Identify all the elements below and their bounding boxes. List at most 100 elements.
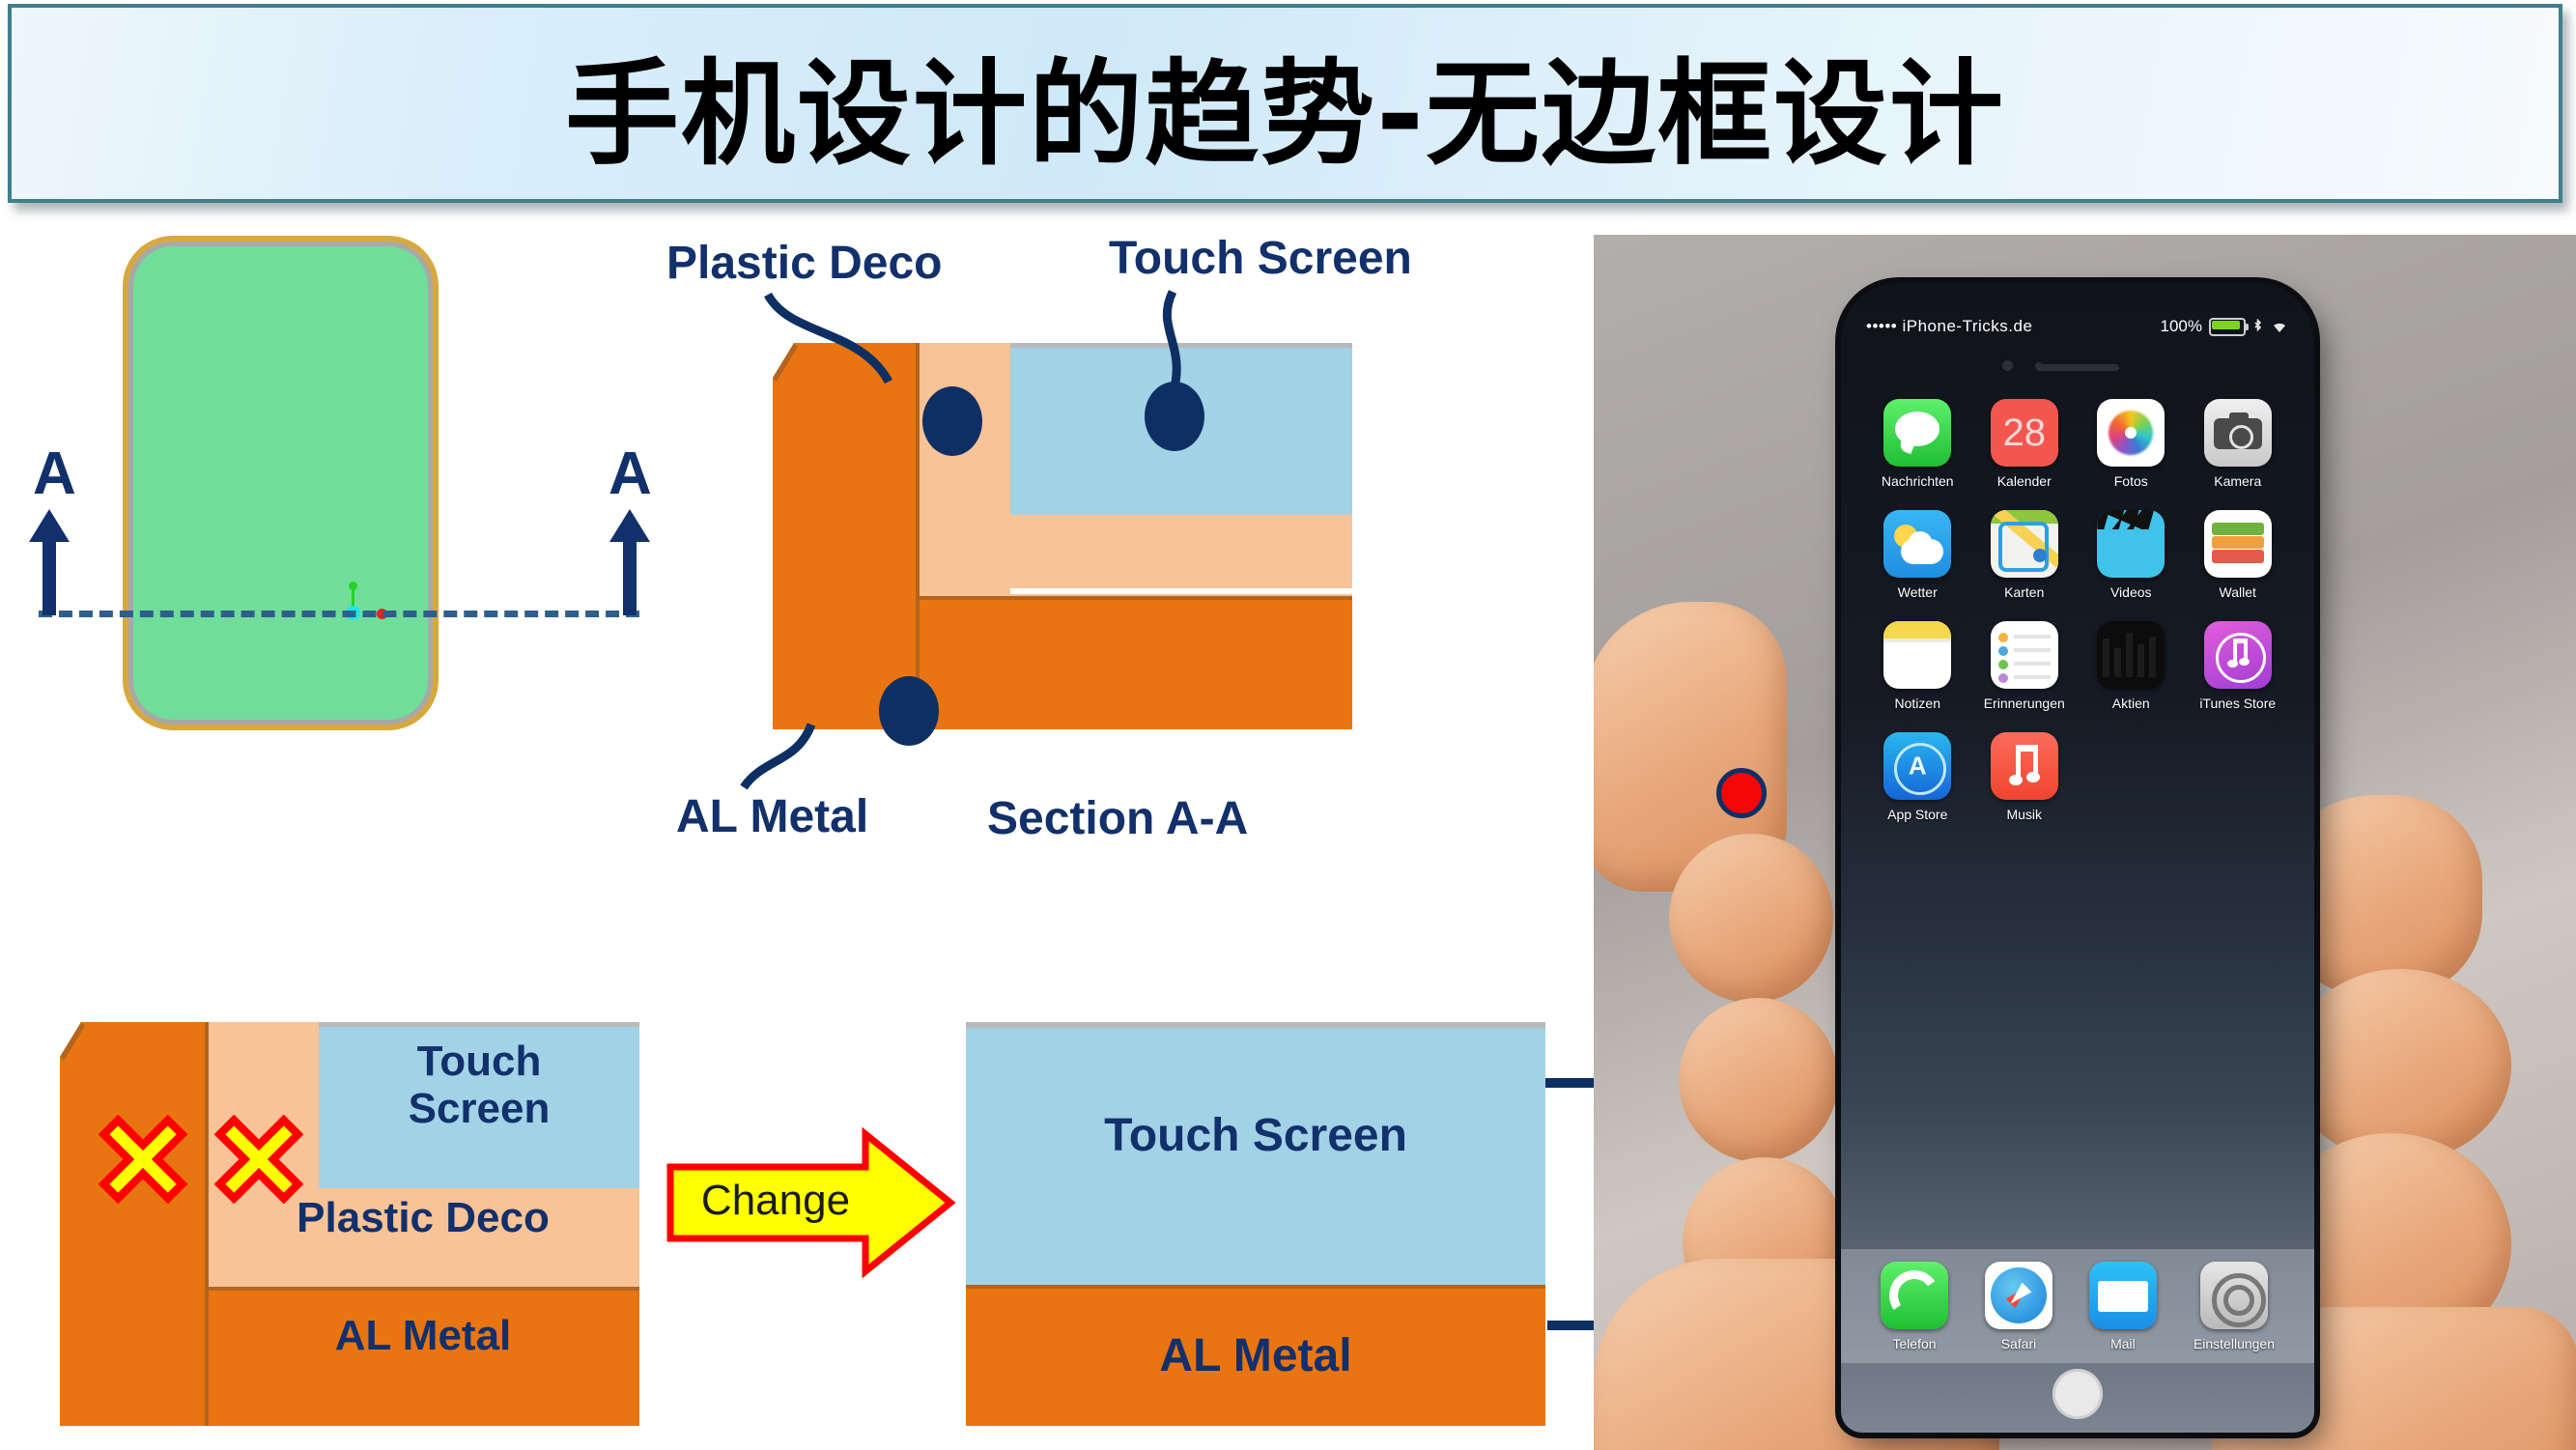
section-plastic-deco-lower xyxy=(918,515,1352,598)
front-camera-icon xyxy=(2002,360,2013,371)
app-label: Aktien xyxy=(2111,696,2150,711)
dock-label: Telefon xyxy=(1892,1335,1937,1351)
wifi-icon xyxy=(2274,323,2285,332)
section-gap xyxy=(1010,588,1352,594)
section-aa-diagram xyxy=(773,343,1352,729)
app-icon-wallet[interactable]: Wallet xyxy=(2191,510,2286,600)
itunes-icon[interactable] xyxy=(2203,621,2272,689)
app-label: Karten xyxy=(2004,584,2045,600)
app-label: Nachrichten xyxy=(1881,473,1954,489)
section-arrow-right-head xyxy=(609,509,650,542)
app-icon-fotos[interactable]: Fotos xyxy=(2083,399,2179,489)
callout-label-al-metal: AL Metal xyxy=(676,791,869,842)
status-bar: ••••• iPhone-Tricks.de 100% xyxy=(1841,312,2314,341)
app-label: Videos xyxy=(2109,584,2152,600)
app-label: App Store xyxy=(1887,807,1948,822)
wallet-icon[interactable] xyxy=(2203,510,2272,578)
dock-label: Safari xyxy=(2000,1335,2037,1351)
page-title: 手机设计的趋势-无边框设计 xyxy=(565,46,2005,181)
camera-icon[interactable] xyxy=(2203,399,2272,467)
dock-label: Mail xyxy=(2110,1335,2136,1351)
app-icon-kalender[interactable]: 28 Kalender xyxy=(1977,399,2073,489)
dock-icon-telefon[interactable]: Telefon xyxy=(1880,1261,1948,1351)
change-arrow-label: Change xyxy=(700,1177,851,1224)
section-arrow-left-head xyxy=(29,509,70,542)
after-al-metal-label: AL Metal xyxy=(1159,1330,1352,1381)
bluetooth-icon xyxy=(2254,318,2262,331)
notes-icon[interactable] xyxy=(1883,621,1952,689)
hand-knuckle-1 xyxy=(1669,834,1833,1003)
before-structure-diagram: Touch Screen Plastic Deco AL Metal xyxy=(60,1022,639,1426)
section-caption: Section A-A xyxy=(987,793,1249,844)
app-label: Kalender xyxy=(1996,473,2052,489)
dock-icon-mail[interactable]: Mail xyxy=(2088,1261,2157,1351)
app-icon-notizen[interactable]: Notizen xyxy=(1870,621,1966,711)
section-cut-line xyxy=(39,611,639,617)
section-al-metal-base xyxy=(918,596,1352,729)
app-icon-karten[interactable]: Karten xyxy=(1977,510,2073,600)
section-label-a-left: A xyxy=(33,441,76,507)
videos-icon[interactable] xyxy=(2097,510,2166,578)
music-icon[interactable] xyxy=(1990,732,2058,800)
phone-outline-shape xyxy=(128,242,433,725)
reject-x-icon-deco xyxy=(214,1115,303,1204)
stocks-icon[interactable] xyxy=(2097,621,2166,689)
app-icon-videos[interactable]: Videos xyxy=(2083,510,2179,600)
empty-icon xyxy=(2097,732,2165,800)
mail-icon[interactable] xyxy=(2088,1261,2157,1329)
app-icon-kamera[interactable]: Kamera xyxy=(2191,399,2286,489)
calendar-day-number: 28 xyxy=(2002,411,2047,454)
appstore-icon[interactable]: A xyxy=(1883,732,1952,800)
maps-icon[interactable] xyxy=(1990,510,2058,578)
reject-x-icon-metal xyxy=(99,1115,187,1204)
app-icon-app-store[interactable]: A App Store xyxy=(1870,732,1966,822)
app-label: Kamera xyxy=(2214,473,2262,489)
messages-icon[interactable] xyxy=(1883,399,1952,467)
section-label-a-right: A xyxy=(609,441,652,507)
settings-icon[interactable] xyxy=(2199,1261,2268,1329)
slide-title-bar: 手机设计的趋势-无边框设计 xyxy=(8,4,2562,203)
section-divider-line xyxy=(916,343,920,729)
phone-icon[interactable] xyxy=(1880,1261,1948,1329)
before-metal-left-wall xyxy=(60,1022,207,1426)
app-label: Musik xyxy=(2006,807,2043,822)
app-label: Notizen xyxy=(1894,696,1940,711)
callout-label-touch-screen: Touch Screen xyxy=(1109,233,1412,284)
dock-icon-einstellungen[interactable]: Einstellungen xyxy=(2193,1261,2275,1351)
app-slot-empty-2 xyxy=(2191,732,2286,822)
home-screen-dock[interactable]: Telefon Safari Mail Einstellungen xyxy=(1841,1249,2314,1363)
app-icon-aktien[interactable]: Aktien xyxy=(2083,621,2179,711)
callout-label-plastic-deco: Plastic Deco xyxy=(666,238,943,289)
callout-line-al-metal xyxy=(740,723,816,790)
hand-knuckle-2 xyxy=(1679,998,1838,1162)
before-touch-line2: Screen xyxy=(408,1085,551,1133)
dock-icon-safari[interactable]: Safari xyxy=(1984,1261,2052,1351)
highlight-marker-dot xyxy=(1716,768,1767,818)
before-touch-line1: Touch xyxy=(416,1038,542,1085)
app-icon-erinnerungen[interactable]: Erinnerungen xyxy=(1977,621,2073,711)
app-icon-wetter[interactable]: Wetter xyxy=(1870,510,1966,600)
carrier-label: ••••• iPhone-Tricks.de xyxy=(1866,317,2033,335)
weather-icon[interactable] xyxy=(1883,510,1952,578)
calendar-icon[interactable]: 28 xyxy=(1990,399,2058,467)
home-screen-app-grid[interactable]: Nachrichten 28 Kalender Fotos Kamera Wet… xyxy=(1870,399,2285,822)
callout-dot-al-metal xyxy=(879,676,939,746)
after-structure-diagram: Touch Screen AL Metal xyxy=(966,1022,1545,1426)
photos-icon[interactable] xyxy=(2097,399,2166,467)
callout-dot-touch-screen xyxy=(1145,382,1204,451)
app-label: Fotos xyxy=(2113,473,2148,489)
safari-icon[interactable] xyxy=(1984,1261,2052,1329)
section-metal-left-wall xyxy=(773,343,918,729)
app-icon-musik[interactable]: Musik xyxy=(1977,732,2073,822)
before-touch-screen-label: Touch Screen xyxy=(319,1038,639,1133)
callout-dot-plastic-deco xyxy=(922,386,982,456)
app-label: Erinnerungen xyxy=(1983,696,2065,711)
earpiece-speaker xyxy=(2036,364,2119,371)
home-button[interactable] xyxy=(2052,1369,2103,1419)
dock-label: Einstellungen xyxy=(2193,1335,2275,1351)
after-touch-screen-label: Touch Screen xyxy=(1104,1110,1407,1161)
app-icon-itunes-store[interactable]: iTunes Store xyxy=(2191,621,2286,711)
app-label: Wallet xyxy=(2219,584,2256,600)
reminders-icon[interactable] xyxy=(1990,621,2058,689)
app-icon-nachrichten[interactable]: Nachrichten xyxy=(1870,399,1966,489)
